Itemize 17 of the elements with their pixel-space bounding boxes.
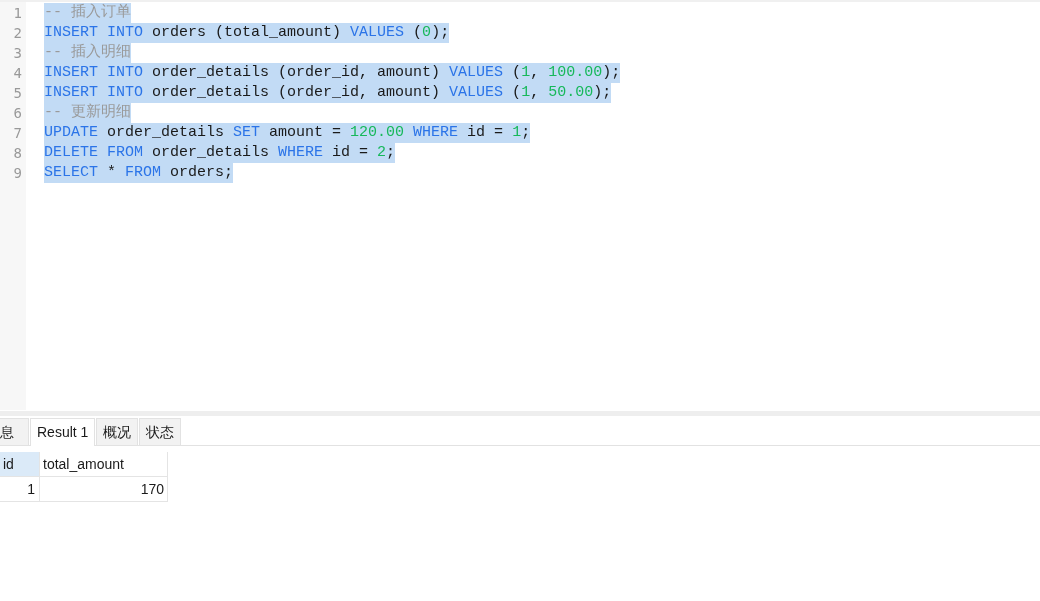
line-number: 1 xyxy=(12,4,23,23)
column-header[interactable]: total_amount xyxy=(40,452,168,477)
result-tab[interactable]: Result 1 xyxy=(30,418,96,446)
line-number: 5 xyxy=(12,84,23,103)
line-number: 6 xyxy=(12,104,23,123)
line-number: 2 xyxy=(12,24,23,43)
result-tab[interactable]: 息 xyxy=(0,418,29,445)
line-number: 4 xyxy=(12,64,23,83)
line-number: 3 xyxy=(12,44,23,63)
result-tab[interactable]: 状态 xyxy=(139,418,182,445)
table-cell: 170 xyxy=(40,477,168,502)
line-number: 8 xyxy=(12,144,23,163)
line-number: 7 xyxy=(12,124,23,143)
result-tab[interactable]: 概况 xyxy=(96,418,139,445)
column-header[interactable]: id xyxy=(0,452,40,477)
table-cell: 1 xyxy=(0,477,40,502)
line-number: 9 xyxy=(12,164,23,183)
